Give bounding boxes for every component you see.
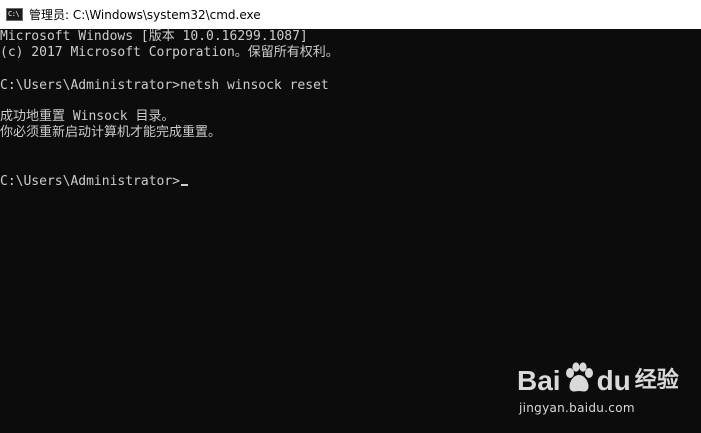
baidu-paw-icon	[562, 361, 596, 395]
watermark-url: jingyan.baidu.com	[519, 401, 635, 415]
text-cursor	[181, 184, 189, 186]
console-line: C:\Users\Administrator>netsh winsock res…	[0, 78, 329, 93]
title-bar[interactable]: C:\ 管理员: C:\Windows\system32\cmd.exe	[0, 0, 701, 29]
console-app-icon[interactable]: C:\	[6, 8, 23, 21]
console-line: 你必须重新启动计算机才能完成重置。	[0, 125, 222, 140]
watermark-brand: Bai du 经验	[517, 361, 679, 395]
watermark-brand-cn: 经验	[634, 368, 679, 393]
console-prompt: C:\Users\Administrator>	[0, 174, 181, 189]
watermark-brand-right: du	[596, 365, 631, 396]
window-title: 管理员: C:\Windows\system32\cmd.exe	[29, 8, 261, 22]
console-line: (c) 2017 Microsoft Corporation。保留所有权利。	[0, 45, 339, 60]
baidu-jingyan-watermark: Bai du 经验 jingyan.baidu.com	[517, 357, 687, 419]
console-prompt-line[interactable]: C:\Users\Administrator>	[0, 174, 189, 190]
cmd-window: C:\ 管理员: C:\Windows\system32\cmd.exe Mic…	[0, 0, 701, 433]
watermark-brand-left: Bai	[517, 365, 561, 396]
console-line: Microsoft Windows [版本 10.0.16299.1087]	[0, 29, 308, 44]
console-app-icon-glyph: C:\	[8, 10, 20, 18]
console-line: 成功地重置 Winsock 目录。	[0, 109, 175, 124]
